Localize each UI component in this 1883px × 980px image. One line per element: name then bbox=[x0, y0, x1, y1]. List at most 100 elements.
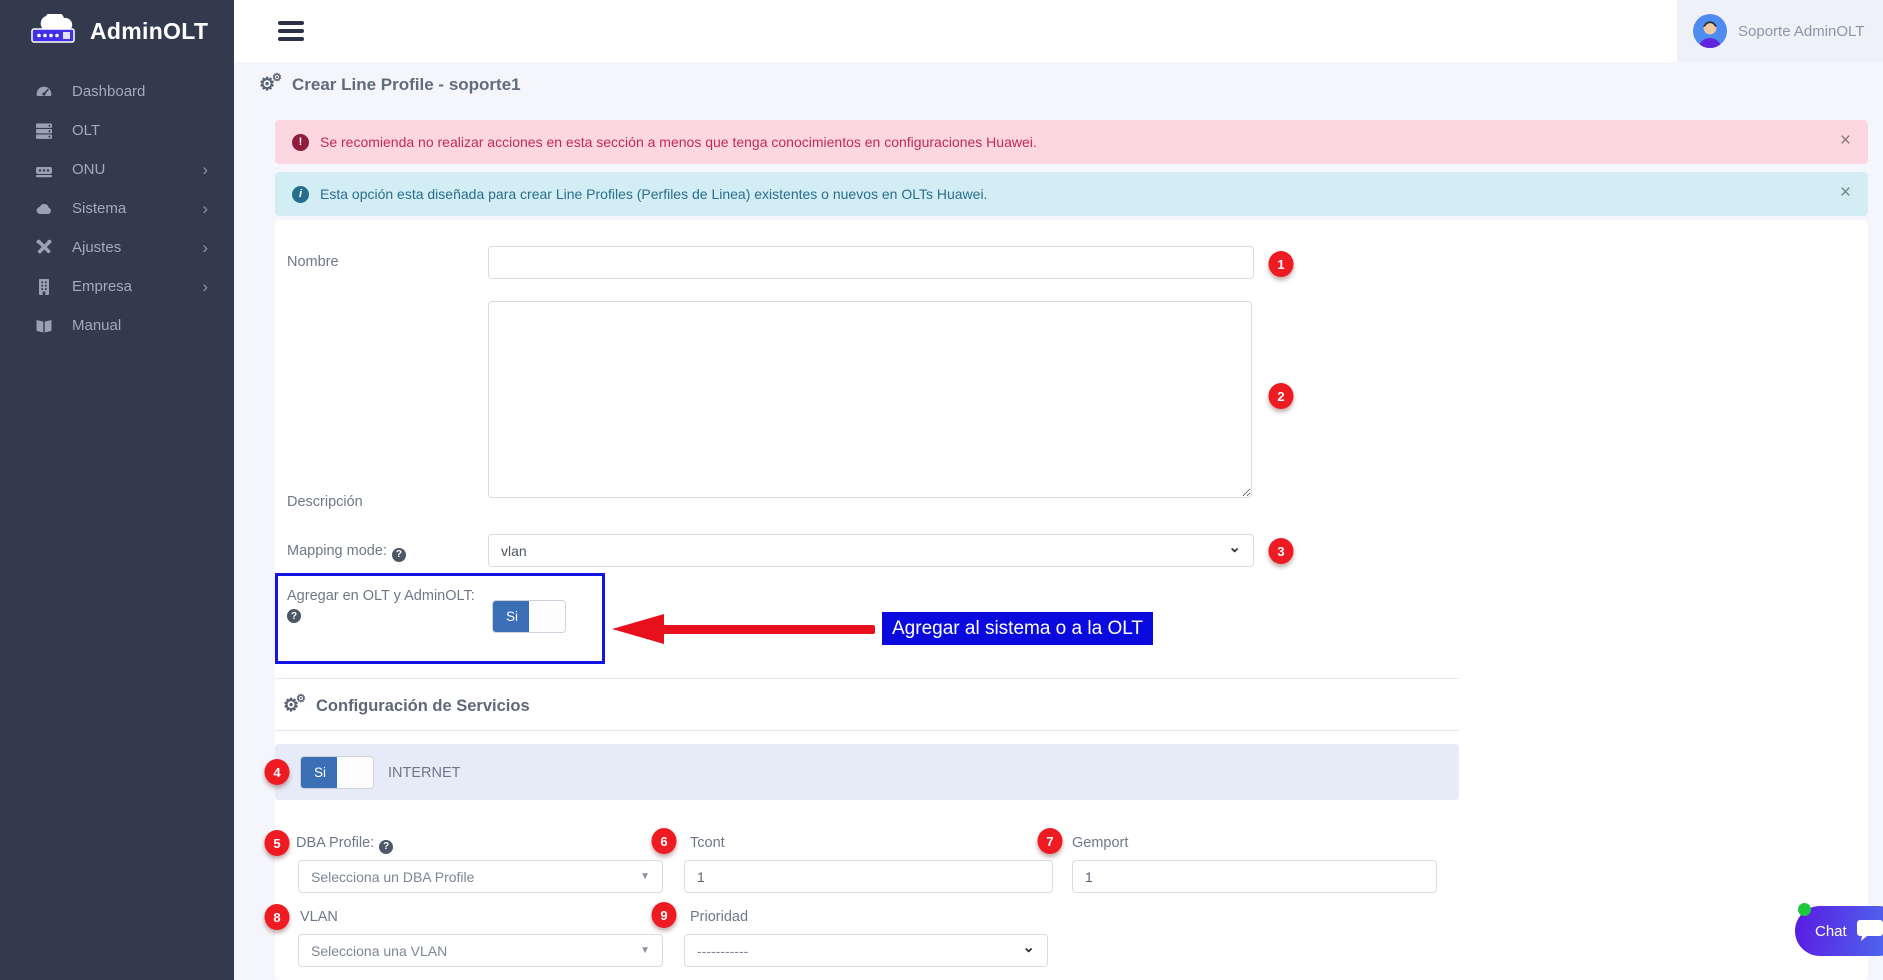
cloud-router-logo-icon bbox=[30, 14, 82, 48]
chat-bubble-icon bbox=[1856, 918, 1883, 944]
annotation-box: Agregar en OLT y AdminOLT: ? Si bbox=[275, 573, 605, 664]
close-icon[interactable]: × bbox=[1840, 130, 1851, 152]
sidebar-item-dashboard[interactable]: Dashboard bbox=[0, 72, 234, 111]
avatar bbox=[1693, 14, 1727, 48]
sidebar-item-ajustes[interactable]: Ajustes › bbox=[0, 228, 234, 267]
services-heading-row: ⚙⚙ Configuración de Servicios bbox=[283, 696, 530, 716]
alert-info: i Esta opción esta diseñada para crear L… bbox=[275, 172, 1868, 216]
annotation-badge-5: 5 bbox=[265, 830, 290, 856]
sidebar: AdminOLT Dashboard OLT ONU › Sist bbox=[0, 0, 234, 980]
sidebar-item-manual[interactable]: Manual bbox=[0, 306, 234, 345]
help-icon[interactable]: ? bbox=[392, 548, 406, 562]
ajustes-icon bbox=[34, 239, 54, 257]
vlan-value: Selecciona una VLAN bbox=[311, 943, 447, 959]
descripcion-label: Descripción bbox=[287, 494, 363, 510]
nombre-input[interactable] bbox=[488, 246, 1254, 279]
chevron-right-icon: › bbox=[202, 161, 208, 178]
content: ⚙⚙ Crear Line Profile - soporte1 ! Se re… bbox=[234, 62, 1883, 980]
toggle-on-label: Si bbox=[493, 601, 531, 632]
annotation-arrow bbox=[662, 625, 875, 634]
chevron-right-icon: › bbox=[202, 200, 208, 217]
tcont-input[interactable] bbox=[684, 860, 1053, 893]
line-profile-form-card: Nombre 1 2 Descripción Mapping mode:? vl… bbox=[275, 220, 1868, 980]
sidebar-item-sistema[interactable]: Sistema › bbox=[0, 189, 234, 228]
help-icon[interactable]: ? bbox=[379, 840, 393, 854]
toggle-off-half bbox=[337, 757, 373, 788]
gears-icon: ⚙⚙ bbox=[283, 696, 307, 716]
close-icon[interactable]: × bbox=[1840, 182, 1851, 204]
app-logo-text: AdminOLT bbox=[90, 18, 208, 45]
chevron-right-icon: › bbox=[202, 278, 208, 295]
annotation-badge-7: 7 bbox=[1038, 828, 1063, 854]
page-title: Crear Line Profile - soporte1 bbox=[292, 75, 521, 95]
dropdown-arrow-icon: ▼ bbox=[640, 871, 650, 882]
exclamation-icon: ! bbox=[292, 134, 309, 151]
alert-danger-text: Se recomienda no realizar acciones en es… bbox=[320, 134, 1037, 150]
annotation-text: Agregar al sistema o a la OLT bbox=[882, 612, 1153, 645]
dba-profile-value: Selecciona un DBA Profile bbox=[311, 869, 474, 885]
sidebar-item-label: Dashboard bbox=[72, 83, 145, 100]
manual-icon bbox=[34, 317, 54, 335]
services-heading: Configuración de Servicios bbox=[316, 697, 530, 716]
app-logo[interactable]: AdminOLT bbox=[0, 0, 234, 58]
sidebar-item-onu[interactable]: ONU › bbox=[0, 150, 234, 189]
onu-icon bbox=[34, 161, 54, 179]
empresa-icon bbox=[34, 278, 54, 296]
vlan-label: VLAN bbox=[300, 909, 338, 925]
sidebar-item-label: ONU bbox=[72, 161, 105, 178]
annotation-badge-9: 9 bbox=[652, 902, 677, 928]
sidebar-item-label: Empresa bbox=[72, 278, 132, 295]
descripcion-textarea[interactable] bbox=[488, 301, 1252, 498]
vlan-select[interactable]: Selecciona una VLAN ▼ bbox=[298, 934, 663, 967]
toggle-off-half bbox=[529, 601, 565, 632]
dropdown-arrow-icon: ▼ bbox=[640, 945, 650, 956]
annotation-badge-1: 1 bbox=[1269, 251, 1294, 277]
sidebar-item-empresa[interactable]: Empresa › bbox=[0, 267, 234, 306]
gemport-label: Gemport bbox=[1072, 835, 1128, 851]
prioridad-value: ----------- bbox=[697, 943, 748, 959]
annotation-badge-8: 8 bbox=[265, 904, 290, 930]
prioridad-label: Prioridad bbox=[690, 909, 748, 925]
chat-label: Chat bbox=[1815, 923, 1847, 940]
prioridad-select[interactable]: ----------- ⌄ bbox=[684, 934, 1048, 967]
topbar: Soporte AdminOLT bbox=[234, 0, 1883, 62]
dashboard-icon bbox=[34, 83, 54, 101]
agregar-label: Agregar en OLT y AdminOLT: bbox=[287, 588, 475, 604]
chevron-right-icon: › bbox=[202, 239, 208, 256]
tcont-label: Tcont bbox=[690, 835, 725, 851]
annotation-badge-4: 4 bbox=[265, 759, 290, 785]
divider bbox=[275, 730, 1459, 731]
user-menu[interactable]: Soporte AdminOLT bbox=[1677, 0, 1883, 62]
annotation-badge-3: 3 bbox=[1269, 538, 1294, 564]
annotation-badge-2: 2 bbox=[1269, 383, 1294, 409]
annotation-badge-6: 6 bbox=[652, 828, 677, 854]
alert-danger: ! Se recomienda no realizar acciones en … bbox=[275, 120, 1868, 164]
internet-label: INTERNET bbox=[388, 765, 461, 781]
dba-profile-label: DBA Profile:? bbox=[296, 835, 393, 854]
online-status-dot bbox=[1798, 903, 1811, 916]
page-title-row: ⚙⚙ Crear Line Profile - soporte1 bbox=[234, 62, 1883, 108]
gears-icon: ⚙⚙ bbox=[259, 75, 283, 95]
sistema-icon bbox=[34, 200, 54, 218]
mapping-mode-value: vlan bbox=[501, 543, 527, 559]
nombre-label: Nombre bbox=[287, 254, 339, 270]
user-name: Soporte AdminOLT bbox=[1738, 23, 1864, 40]
dba-profile-select[interactable]: Selecciona un DBA Profile ▼ bbox=[298, 860, 663, 893]
annotation-arrow-head bbox=[612, 614, 664, 644]
divider bbox=[275, 678, 1459, 679]
mapping-mode-label: Mapping mode:? bbox=[287, 543, 406, 562]
main-area: Soporte AdminOLT ⚙⚙ Crear Line Profile -… bbox=[234, 0, 1883, 980]
sidebar-nav: Dashboard OLT ONU › Sistema › bbox=[0, 72, 234, 345]
agregar-toggle[interactable]: Si bbox=[492, 600, 566, 633]
mapping-mode-select[interactable]: vlan ⌄ bbox=[488, 534, 1254, 567]
sidebar-item-olt[interactable]: OLT bbox=[0, 111, 234, 150]
chat-button[interactable]: Chat bbox=[1795, 906, 1883, 956]
help-icon[interactable]: ? bbox=[287, 609, 301, 623]
info-icon: i bbox=[292, 186, 309, 203]
menu-toggle-button[interactable] bbox=[278, 21, 304, 45]
sidebar-item-label: OLT bbox=[72, 122, 100, 139]
internet-toggle[interactable]: Si bbox=[300, 756, 374, 789]
gemport-input[interactable] bbox=[1072, 860, 1437, 893]
sidebar-item-label: Manual bbox=[72, 317, 121, 334]
sidebar-item-label: Ajustes bbox=[72, 239, 121, 256]
